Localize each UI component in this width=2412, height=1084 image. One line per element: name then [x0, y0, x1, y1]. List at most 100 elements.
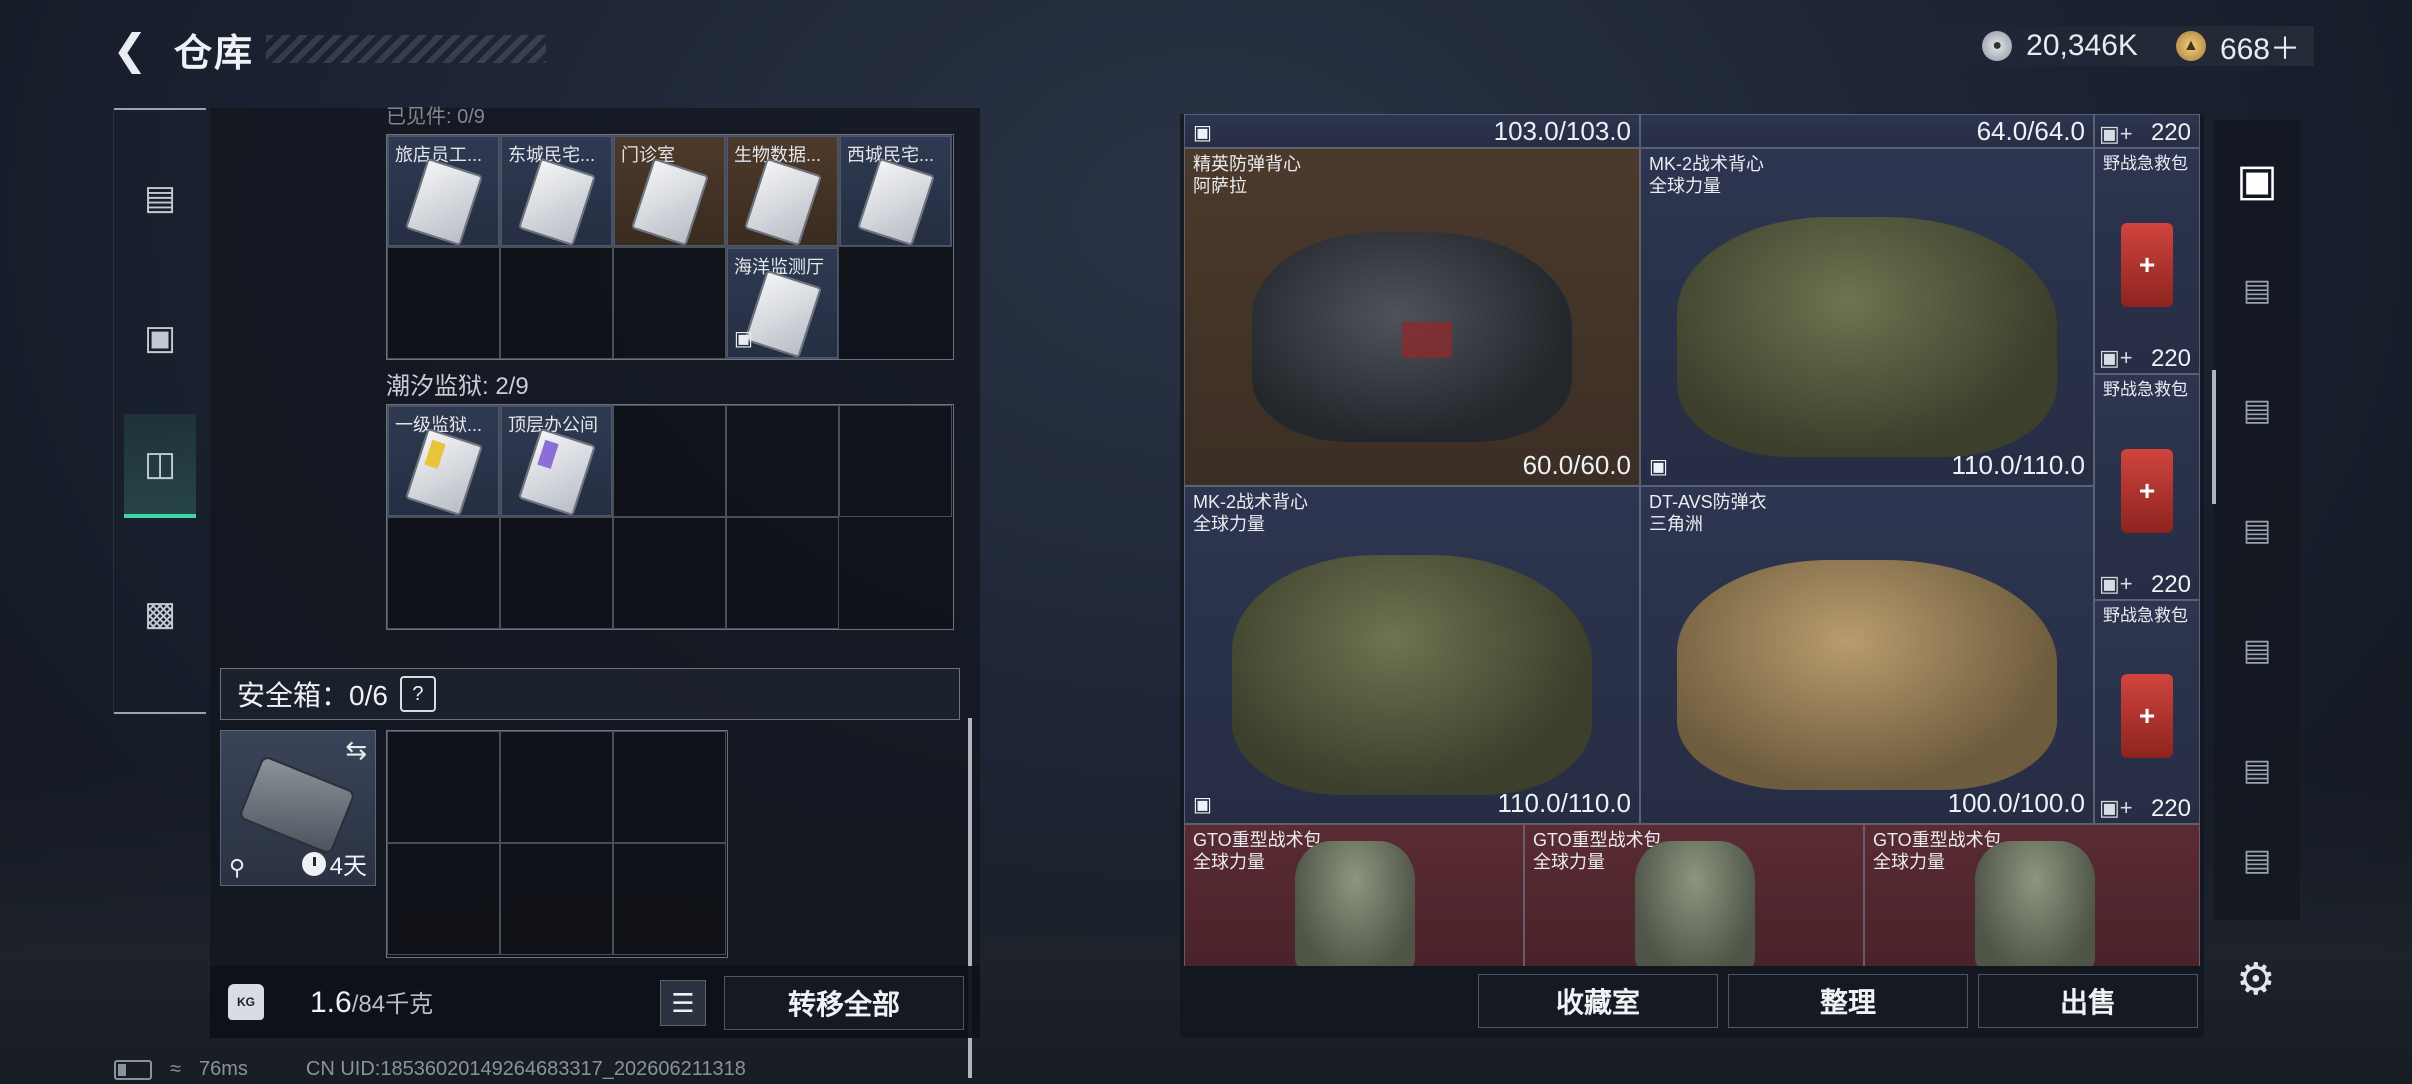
backpack-item[interactable]: GTO重型战术包 全球力量 [1524, 824, 1864, 966]
medkit-item[interactable]: 野战急救包 ▣+ 220 [2094, 148, 2200, 374]
no-carry-plus-icon: ▣+ [2099, 795, 2133, 820]
rail-page[interactable]: ▤ [2222, 250, 2292, 330]
back-button[interactable]: ❮ [110, 26, 150, 73]
medkit-image [2121, 674, 2173, 759]
settings-button[interactable]: ⚙ [2236, 954, 2275, 1005]
backpack-item[interactable]: GTO重型战术包 全球力量 [1864, 824, 2200, 966]
tab-backpack[interactable]: ◫ [124, 414, 196, 518]
collection-room-button[interactable]: 收藏室 [1478, 974, 1718, 1028]
grid-cell[interactable] [387, 517, 500, 629]
section-label-tidal-prison: 潮汐监狱: 2/9 [386, 373, 529, 400]
rail-all-items[interactable]: ▣ [2222, 140, 2292, 220]
gold-icon[interactable]: ▲ [2175, 31, 2206, 61]
list-icon: ☰ [671, 987, 695, 1018]
safe-box-item[interactable]: ⇆ ⚲ 4天 [220, 730, 376, 886]
no-carry-icon: ▣ [1193, 794, 1212, 816]
uid-readout: CN UID:18536020149264683317_202606211318 [305, 1058, 746, 1080]
rail-scrollbar[interactable] [2212, 370, 2216, 504]
grid-cell[interactable]: 门诊室 [613, 135, 726, 247]
grid-cell[interactable]: 海洋监测厅 ▣ [726, 247, 839, 359]
medkit-item[interactable]: 野战急救包 ▣+ 220 [2094, 374, 2200, 600]
medkit-count-partial[interactable]: 220 ▣+ [2094, 114, 2200, 148]
vest-item[interactable]: DT-AVS防弹衣 三角洲 100.0/100.0 [1640, 486, 2094, 824]
item-name: 野战急救包 [2103, 606, 2188, 625]
grid-cell[interactable] [613, 731, 726, 843]
grid-cell[interactable] [387, 843, 500, 955]
sell-button[interactable]: 出售 [1978, 974, 2198, 1028]
keycard-item[interactable]: 东城民宅... [501, 136, 612, 246]
status-bar: ≈ 76ms CN UID:18536020149264683317_20260… [114, 1058, 746, 1081]
warehouse-page-rail: ▣ ▤ ▤ ▤ ▤ ▤ ▤ [2214, 120, 2300, 920]
vest-item[interactable]: MK-2战术背心 全球力量 ▣ 110.0/110.0 [1184, 486, 1640, 824]
no-carry-icon: ▣ [1193, 122, 1212, 144]
no-carry-icon: ▣ [1649, 456, 1668, 478]
item-name: DT-AVS防弹衣 [1649, 492, 1767, 512]
grid-cell[interactable] [387, 247, 500, 359]
no-carry-icon: ▣ [734, 328, 753, 350]
keycard-item[interactable]: 顶层办公间 [501, 406, 612, 516]
tactical-vest-image [1232, 555, 1592, 796]
safe-case-icon [237, 754, 357, 856]
grid-cell-disabled [839, 247, 952, 359]
item-name: MK-2战术背心 [1193, 492, 1309, 512]
keycard-grid-2: 一级监狱... 顶层办公间 [386, 404, 954, 630]
rail-page[interactable]: ▤ [2222, 490, 2292, 570]
storage-page-icon: ▤ [2242, 753, 2272, 787]
medkit-count: 220 [2150, 571, 2191, 598]
grid-cell[interactable]: 生物数据... [726, 135, 839, 247]
keycard-item[interactable]: 西城民宅... [840, 136, 951, 246]
gold-amount[interactable]: 668＋ [2220, 24, 2300, 68]
grid-cell[interactable] [500, 247, 613, 359]
grid-cell[interactable] [500, 731, 613, 843]
rail-page[interactable]: ▤ [2222, 820, 2292, 900]
keycard-icon [404, 427, 483, 516]
tab-briefcase[interactable]: ▩ [124, 564, 196, 664]
vest-item[interactable]: MK-2战术背心 全球力量 ▣ 110.0/110.0 [1640, 148, 2094, 486]
grid-cell[interactable] [839, 405, 952, 517]
wifi-icon: ≈ [170, 1058, 181, 1080]
sort-button[interactable]: 整理 [1728, 974, 1968, 1028]
grid-cell[interactable] [500, 517, 613, 629]
grid-cell[interactable]: 东城民宅... [500, 135, 613, 247]
rail-page[interactable]: ▤ [2222, 610, 2292, 690]
grid-cell[interactable] [500, 843, 613, 955]
storage-page-icon: ▤ [2242, 513, 2272, 547]
transfer-all-button[interactable]: 转移全部 [724, 976, 964, 1030]
keycard-item[interactable]: 门诊室 [614, 136, 725, 246]
storage-page-icon: ▤ [2242, 273, 2272, 307]
grid-cell[interactable]: 西城民宅... [839, 135, 952, 247]
keycard-item[interactable]: 海洋监测厅 ▣ [727, 248, 838, 358]
keycard-item[interactable]: 生物数据... [727, 136, 838, 246]
category-tabs: ▤ ▣ ◫ ▩ [113, 108, 206, 714]
grid-cell[interactable] [613, 405, 726, 517]
list-view-button[interactable]: ☰ [660, 980, 706, 1026]
warehouse-icon: ▣ [2236, 155, 2278, 205]
rail-page[interactable]: ▤ [2222, 370, 2292, 450]
medkit-item[interactable]: 野战急救包 ▣+ 220 [2094, 600, 2200, 824]
keycard-item[interactable]: 一级监狱... [388, 406, 499, 516]
grid-cell[interactable]: 顶层办公间 [500, 405, 613, 517]
grid-cell[interactable] [387, 731, 500, 843]
grid-cell[interactable]: 一级监狱... [387, 405, 500, 517]
medkit-count: 220 [2150, 345, 2191, 372]
item-cell-partial[interactable]: ▣ 103.0/103.0 [1184, 114, 1640, 148]
grid-cell-disabled [839, 517, 952, 629]
backpack-item[interactable]: GTO重型战术包 全球力量 [1184, 824, 1524, 966]
safe-box-duration: 4天 [301, 846, 367, 881]
item-cell-partial[interactable]: 64.0/64.0 [1640, 114, 2094, 148]
help-icon[interactable]: ? [399, 676, 436, 712]
swap-icon[interactable]: ⇆ [345, 735, 367, 766]
safe-box-bar: 安全箱：0/6 ? [220, 668, 960, 720]
vest-item[interactable]: 精英防弹背心 阿萨拉 60.0/60.0 [1184, 148, 1640, 486]
keycard-item[interactable]: 旅店员工... [388, 136, 499, 246]
grid-cell[interactable] [613, 517, 726, 629]
grid-cell[interactable] [613, 843, 726, 955]
tab-armor[interactable]: ▣ [124, 288, 196, 388]
tab-weapons[interactable]: ▤ [124, 148, 196, 248]
grid-cell[interactable] [726, 517, 839, 629]
grid-cell[interactable] [726, 405, 839, 517]
grid-cell[interactable] [613, 247, 726, 359]
grid-cell[interactable]: 旅店员工... [387, 135, 500, 247]
coin-amount: 20,346K [2026, 29, 2138, 62]
rail-page[interactable]: ▤ [2222, 730, 2292, 810]
